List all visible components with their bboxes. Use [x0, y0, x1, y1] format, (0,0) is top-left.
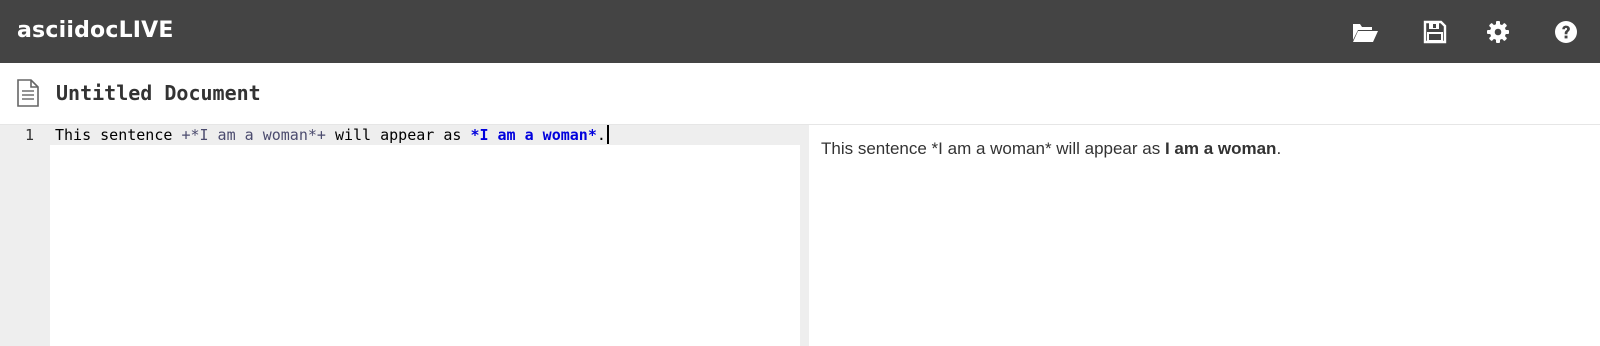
help-button[interactable]: [1551, 17, 1581, 47]
code-line[interactable]: This sentence +*I am a woman*+ will appe…: [55, 125, 609, 145]
document-title[interactable]: Untitled Document: [56, 80, 261, 106]
preview-bold-text: I am a woman: [1164, 139, 1277, 158]
passthrough-markup: +*I am a woman*+: [181, 126, 326, 144]
line-number: 1: [24, 126, 34, 144]
strong-markup: *I am a woman*: [470, 126, 597, 144]
file-text-icon: [16, 79, 40, 107]
rendered-preview: This sentence *I am a woman* will appear…: [809, 125, 1600, 346]
question-circle-icon: [1554, 20, 1578, 44]
gear-icon: [1486, 20, 1510, 44]
text-cursor: [606, 125, 609, 144]
code-text: This sentence: [55, 126, 182, 144]
preview-text: .: [1276, 139, 1282, 158]
pane-splitter[interactable]: [800, 125, 809, 346]
settings-button[interactable]: [1483, 17, 1513, 47]
folder-open-icon: [1351, 20, 1379, 44]
save-button[interactable]: [1420, 17, 1450, 47]
source-editor[interactable]: 1 This sentence +*I am a woman*+ will ap…: [0, 125, 800, 346]
code-text: will appear as: [325, 126, 471, 144]
preview-text: This sentence *I am a woman* will appear…: [821, 139, 1165, 158]
preview-paragraph: This sentence *I am a woman* will appear…: [821, 137, 1281, 161]
code-text: .: [596, 126, 606, 144]
document-header: Untitled Document: [0, 63, 1600, 125]
open-file-button[interactable]: [1350, 17, 1380, 47]
top-navbar: asciidocLIVE: [0, 0, 1600, 63]
line-number-gutter: [0, 125, 50, 346]
floppy-disk-icon: [1423, 20, 1447, 44]
app-brand[interactable]: asciidocLIVE: [17, 17, 174, 45]
